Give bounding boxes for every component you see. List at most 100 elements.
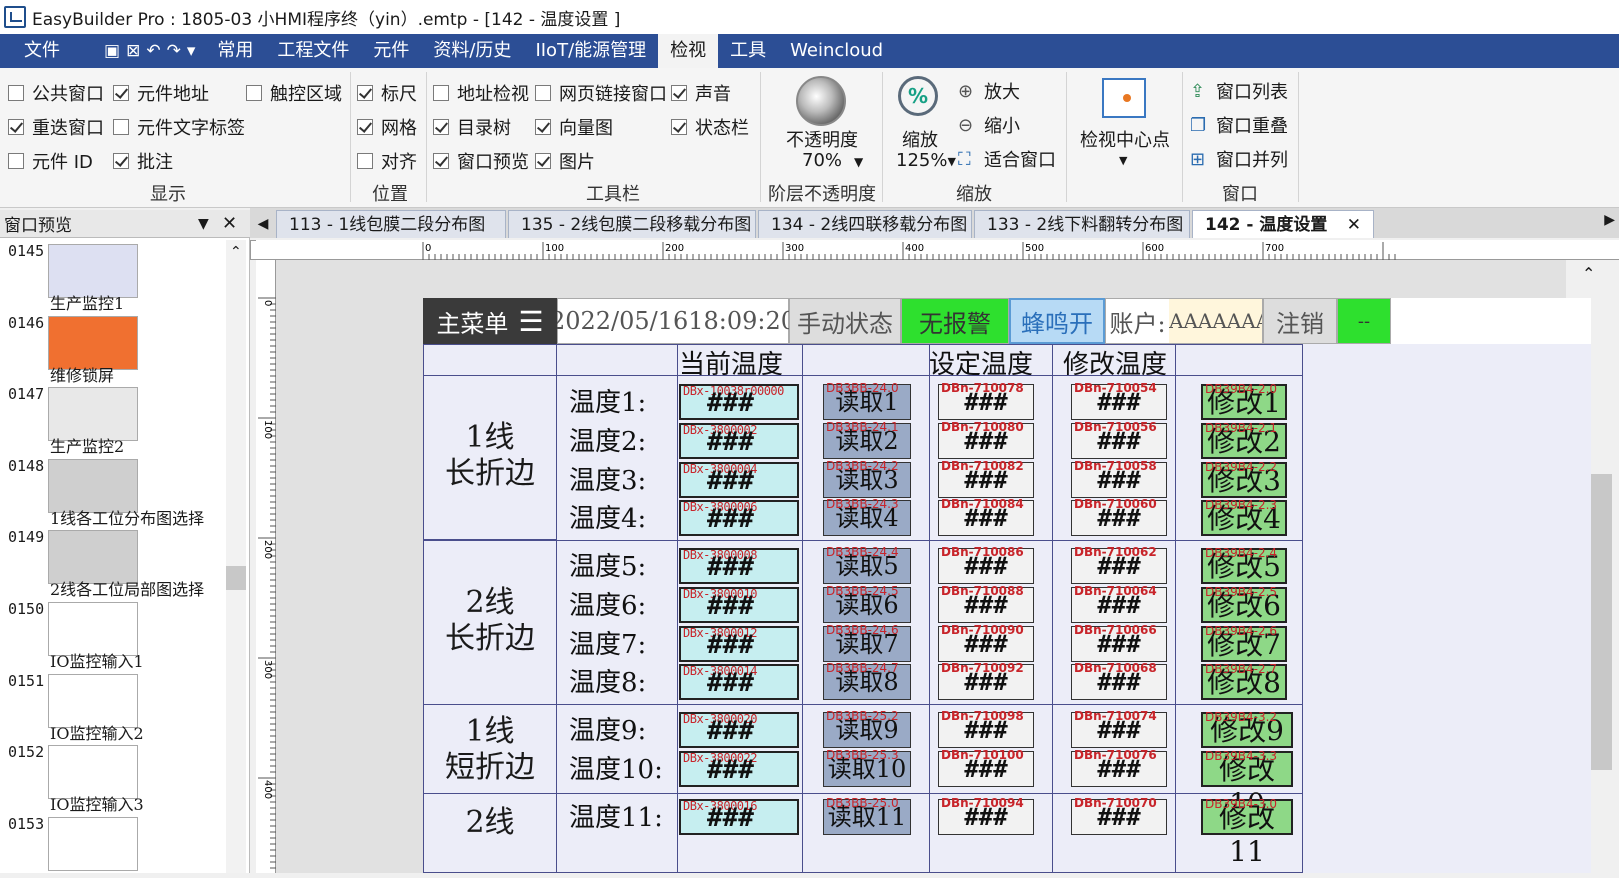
zoom-in-button[interactable]: ⊕ 放大: [958, 78, 1020, 104]
window-thumbnail[interactable]: [48, 816, 138, 871]
read-button-2[interactable]: DB3BB-24.1 读取2: [823, 420, 911, 459]
chevron-down-icon[interactable]: ▼: [198, 216, 209, 232]
modify-button-4[interactable]: DB39B4-2.3 修改4: [1201, 498, 1287, 536]
set-temp-input[interactable]: DBn-710098 ###: [938, 709, 1034, 748]
checkbox-object-address[interactable]: 元件地址: [113, 80, 209, 106]
menu-tools[interactable]: 工具: [718, 34, 778, 68]
checkbox-object-id[interactable]: 元件 ID: [8, 148, 93, 174]
chevron-down-icon[interactable]: ▾: [187, 41, 196, 61]
read-button-4[interactable]: DB3BB-24.3 读取4: [823, 497, 911, 536]
modify-button-7[interactable]: DB39B4-2.6 修改7: [1201, 624, 1287, 662]
modify-button-8[interactable]: DB39B4-2.7 修改8: [1201, 662, 1287, 700]
menu-data-history[interactable]: 资料/历史: [421, 34, 523, 68]
read-button-10[interactable]: DB3BB-25.3 读取10: [823, 748, 911, 787]
window-cascade-button[interactable]: ❐ 窗口重叠: [1190, 112, 1288, 138]
tab-scroll-left-icon[interactable]: ◀: [250, 210, 276, 238]
undo-icon[interactable]: ↶: [146, 41, 160, 61]
set-temp-input[interactable]: DBn-710088 ###: [938, 584, 1034, 623]
modify-button-1[interactable]: DB39B4-2.0 修改1: [1201, 382, 1287, 420]
read-button-7[interactable]: DB3BB-24.6 读取7: [823, 623, 911, 662]
modify-temp-input[interactable]: DBn-710056 ###: [1071, 420, 1167, 459]
close-tab-icon[interactable]: ✕: [1347, 211, 1361, 238]
checkbox-annotation[interactable]: 批注: [113, 148, 173, 174]
read-button-6[interactable]: DB3BB-24.5 读取6: [823, 584, 911, 623]
view-center-icon[interactable]: [1102, 78, 1146, 118]
save-all-icon[interactable]: ⊠: [126, 41, 140, 61]
checkbox-overlay-window[interactable]: 重迭窗口: [8, 114, 104, 140]
set-temp-input[interactable]: DBn-710092 ###: [938, 661, 1034, 700]
close-icon[interactable]: ✕: [222, 213, 237, 234]
buzzer-button[interactable]: 蜂鸣开: [1009, 298, 1105, 344]
menu-file[interactable]: 文件: [0, 34, 84, 68]
set-temp-input[interactable]: DBn-710082 ###: [938, 459, 1034, 498]
tab-142[interactable]: 142 - 温度设置 ✕: [1192, 210, 1374, 238]
checkbox-sound[interactable]: 声音: [671, 80, 731, 106]
tab-134[interactable]: 134 - 2线四联移载分布图: [758, 210, 972, 238]
checkbox-tree[interactable]: 目录树: [433, 114, 511, 140]
opacity-dropdown[interactable]: 70% ▼: [802, 150, 863, 174]
set-temp-input[interactable]: DBn-710094 ###: [938, 796, 1034, 835]
read-button-5[interactable]: DB3BB-24.4 读取5: [823, 545, 911, 584]
zoom-icon[interactable]: %: [898, 76, 938, 116]
modify-temp-input[interactable]: DBn-710060 ###: [1071, 497, 1167, 536]
tab-133[interactable]: 133 - 2线下料翻转分布图: [974, 210, 1190, 238]
redo-icon[interactable]: ↷: [167, 41, 181, 61]
modify-temp-input[interactable]: DBn-710070 ###: [1071, 796, 1167, 835]
checkbox-align[interactable]: 对齐: [357, 148, 417, 174]
checkbox-object-text-tag[interactable]: 元件文字标签: [113, 114, 245, 140]
chevron-down-icon[interactable]: ▼: [1119, 154, 1127, 167]
set-temp-input[interactable]: DBn-710100 ###: [938, 748, 1034, 787]
zoom-out-button[interactable]: ⊖ 缩小: [958, 112, 1020, 138]
scrollbar[interactable]: ⌃: [226, 240, 246, 873]
read-button-9[interactable]: DB3BB-25.2 读取9: [823, 709, 911, 748]
checkbox-webpage-link-window[interactable]: 网页链接窗口: [535, 80, 667, 106]
checkbox-window-preview[interactable]: 窗口预览: [433, 148, 529, 174]
menu-home[interactable]: 常用: [205, 34, 265, 68]
read-button-11[interactable]: DB3BB-25.0 读取11: [823, 796, 911, 835]
read-button-3[interactable]: DB3BB-24.2 读取3: [823, 459, 911, 498]
modify-temp-input[interactable]: DBn-710068 ###: [1071, 661, 1167, 700]
checkbox-touch-area[interactable]: 触控区域: [246, 80, 342, 106]
modify-temp-input[interactable]: DBn-710058 ###: [1071, 459, 1167, 498]
menu-weincloud[interactable]: Weincloud: [778, 34, 895, 68]
tab-scroll-right-icon[interactable]: ▶: [1604, 212, 1615, 228]
zoom-dropdown[interactable]: 125% ▼: [896, 150, 956, 174]
modify-button-9[interactable]: DB39B4-3.2 修改9: [1201, 710, 1293, 748]
modify-temp-input[interactable]: DBn-710076 ###: [1071, 748, 1167, 787]
tab-113[interactable]: 113 - 1线包膜二段分布图: [276, 210, 506, 238]
set-temp-input[interactable]: DBn-710086 ###: [938, 545, 1034, 584]
checkbox-public-window[interactable]: 公共窗口: [8, 80, 104, 106]
modify-temp-input[interactable]: DBn-710074 ###: [1071, 709, 1167, 748]
window-tile-button[interactable]: ⊞ 窗口并列: [1190, 146, 1288, 172]
fit-window-button[interactable]: ⛶ 适合窗口: [958, 146, 1056, 172]
scroll-up-icon[interactable]: ⌃: [230, 244, 242, 260]
modify-temp-input[interactable]: DBn-710054 ###: [1071, 381, 1167, 420]
set-temp-input[interactable]: DBn-710078 ###: [938, 381, 1034, 420]
checkbox-statusbar[interactable]: 状态栏: [671, 114, 749, 140]
read-button-8[interactable]: DB3BB-24.7 读取8: [823, 661, 911, 700]
modify-button-3[interactable]: DB39B4-2.2 修改3: [1201, 460, 1287, 498]
main-menu-button[interactable]: 主菜单 ☰: [423, 298, 557, 344]
modify-button-6[interactable]: DB39B4-2.5 修改6: [1201, 585, 1287, 623]
checkbox-grid[interactable]: 网格: [357, 114, 417, 140]
opacity-icon[interactable]: [796, 76, 846, 126]
set-temp-input[interactable]: DBn-710084 ###: [938, 497, 1034, 536]
menu-view[interactable]: 检视: [658, 34, 719, 68]
modify-button-2[interactable]: DB39B4-2.1 修改2: [1201, 421, 1287, 459]
menu-object[interactable]: 元件: [361, 34, 421, 68]
checkbox-vector[interactable]: 向量图: [535, 114, 613, 140]
set-temp-input[interactable]: DBn-710080 ###: [938, 420, 1034, 459]
tab-135[interactable]: 135 - 2线包膜二段移载分布图: [508, 210, 756, 238]
checkbox-address-view[interactable]: 地址检视: [433, 80, 529, 106]
modify-button-10[interactable]: DB39B4-3.3修改10: [1201, 749, 1293, 820]
modify-temp-input[interactable]: DBn-710062 ###: [1071, 545, 1167, 584]
checkbox-ruler[interactable]: 标尺: [357, 80, 417, 106]
modify-temp-input[interactable]: DBn-710064 ###: [1071, 584, 1167, 623]
scroll-thumb[interactable]: [226, 566, 246, 590]
view-center-button[interactable]: 检视中心点: [1080, 126, 1170, 152]
scroll-up-icon[interactable]: ⌃: [1582, 264, 1595, 283]
checkbox-picture[interactable]: 图片: [535, 148, 595, 174]
window-list-button[interactable]: ⇪ 窗口列表: [1190, 78, 1288, 104]
modify-button-5[interactable]: DB39B4-2.4 修改5: [1201, 546, 1287, 584]
save-icon[interactable]: ▣: [104, 41, 120, 61]
